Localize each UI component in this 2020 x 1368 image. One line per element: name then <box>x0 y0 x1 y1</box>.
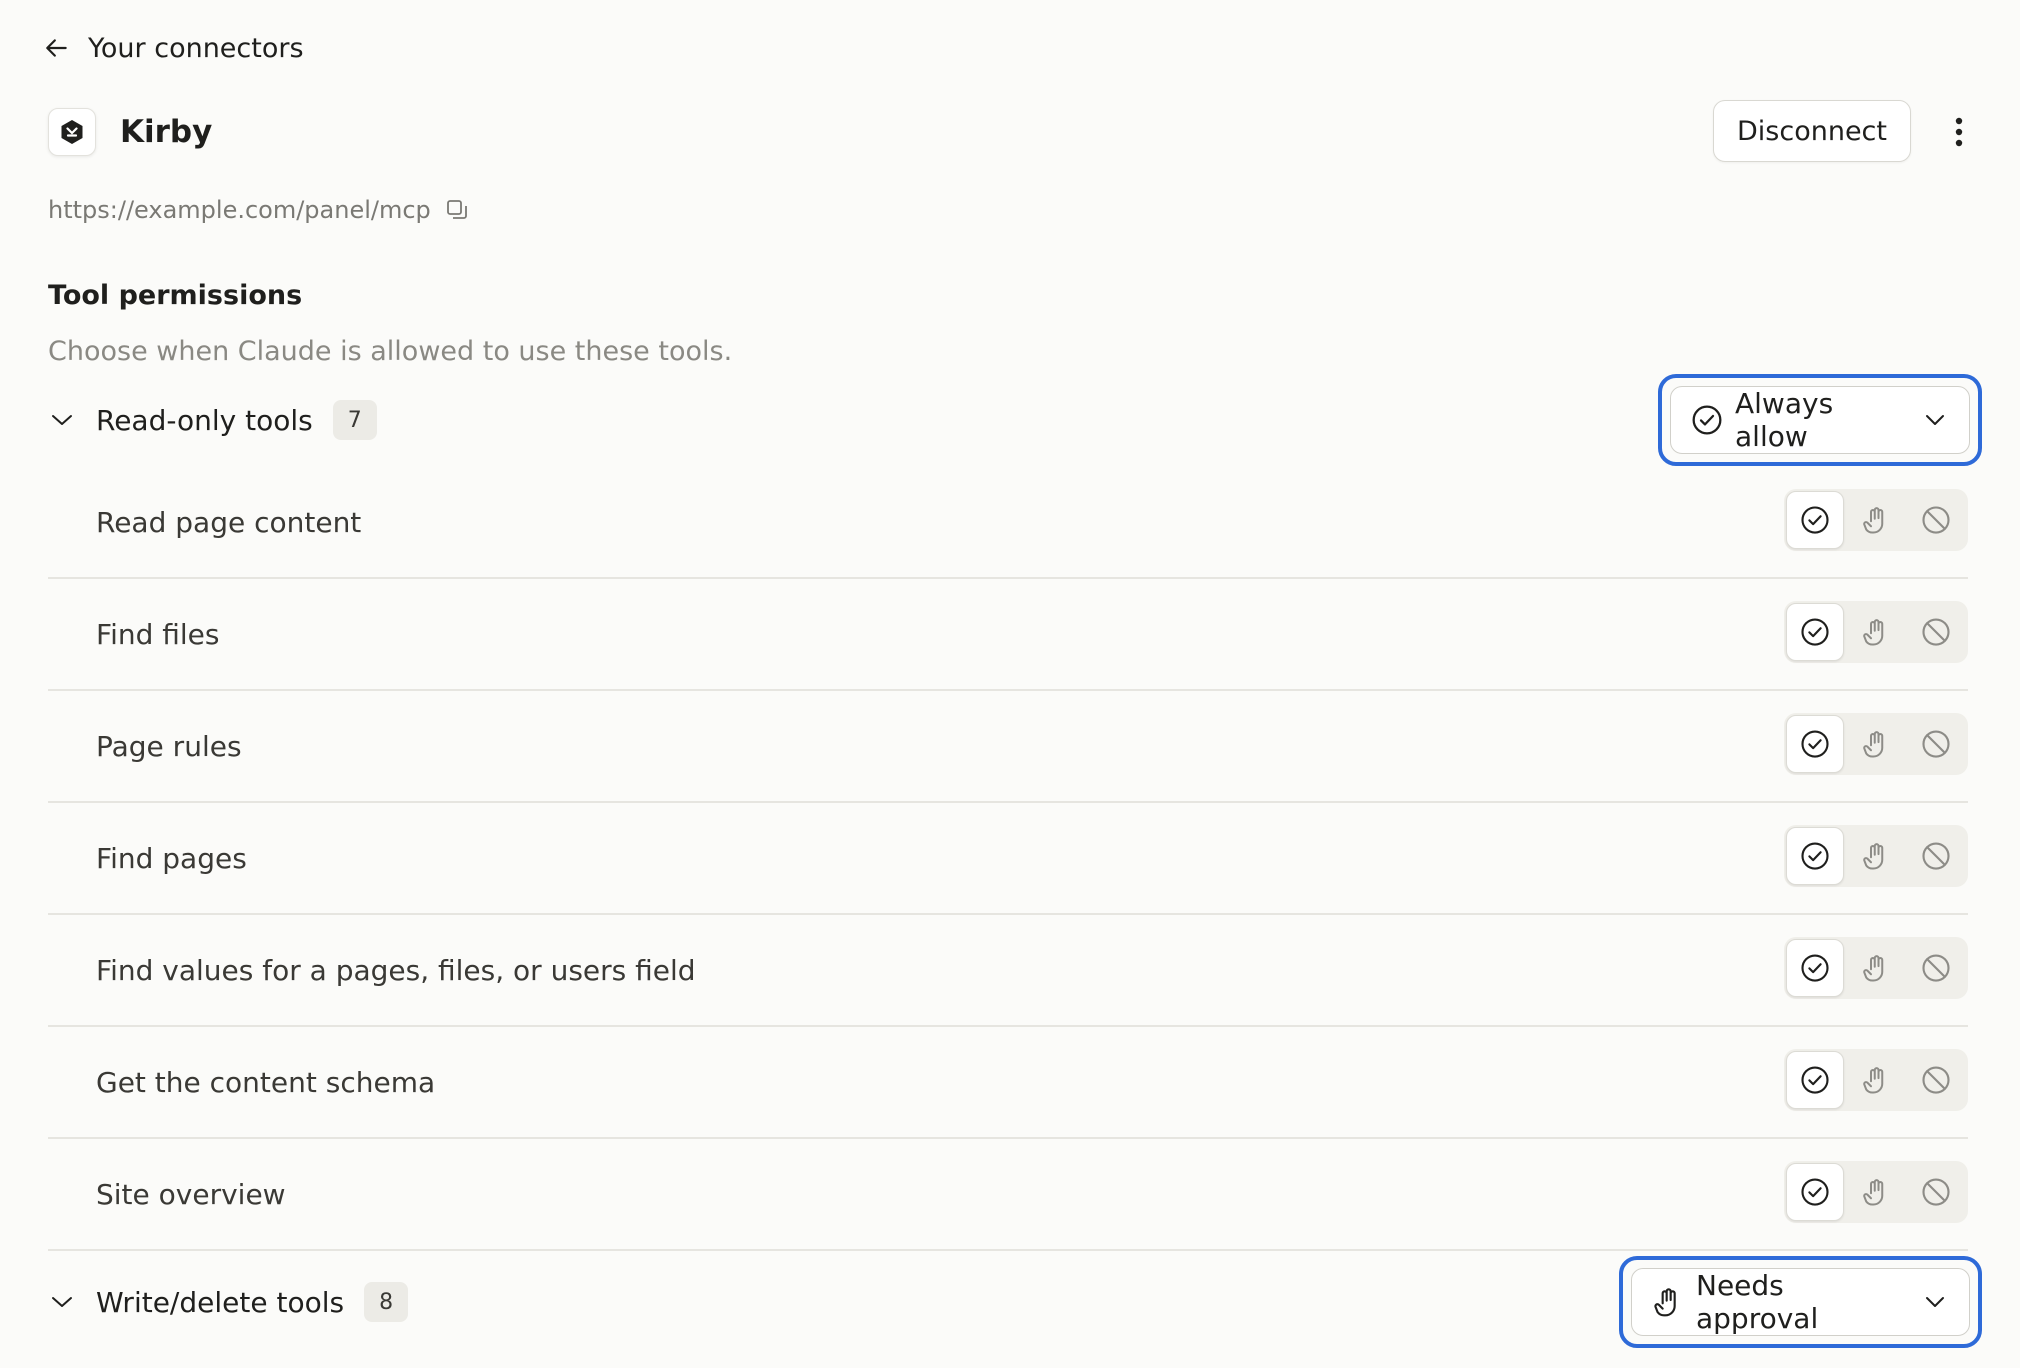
tool-permission-selector[interactable] <box>1784 1161 1968 1223</box>
connector-url: https://example.com/panel/mcp <box>48 196 431 224</box>
back-link-label: Your connectors <box>88 32 304 64</box>
hand-icon <box>1652 1286 1684 1318</box>
check-circle-icon[interactable] <box>1786 715 1844 773</box>
arrow-left-icon <box>44 35 70 61</box>
tool-name: Find files <box>96 617 220 651</box>
group-header-write-delete[interactable]: Write/delete tools 8 <box>48 1274 409 1330</box>
tool-name: Find pages <box>96 841 247 875</box>
chevron-down-icon[interactable] <box>48 1295 76 1309</box>
tool-permission-selector[interactable] <box>1784 937 1968 999</box>
hand-icon[interactable] <box>1847 603 1905 661</box>
group-policy-dropdown-write-delete[interactable]: Needs approval <box>1631 1268 1970 1336</box>
tool-name: Site overview <box>96 1177 286 1211</box>
check-circle-icon[interactable] <box>1786 491 1844 549</box>
section-description: Choose when Claude is allowed to use the… <box>48 336 733 367</box>
tool-name: Page rules <box>96 729 242 763</box>
check-circle-icon[interactable] <box>1786 827 1844 885</box>
check-circle-icon[interactable] <box>1786 939 1844 997</box>
group-label: Read-only tools <box>96 403 313 437</box>
hand-icon[interactable] <box>1847 827 1905 885</box>
check-circle-icon[interactable] <box>1786 1163 1844 1221</box>
section-title: Tool permissions <box>48 280 303 311</box>
connector-name: Kirby <box>120 114 213 150</box>
block-icon[interactable] <box>1907 715 1965 773</box>
copy-icon[interactable] <box>445 198 469 222</box>
block-icon[interactable] <box>1907 827 1965 885</box>
check-circle-icon[interactable] <box>1786 603 1844 661</box>
group-label: Write/delete tools <box>96 1285 345 1319</box>
tool-row: Find files <box>48 579 1968 691</box>
block-icon[interactable] <box>1907 939 1965 997</box>
block-icon[interactable] <box>1907 1051 1965 1109</box>
hand-icon[interactable] <box>1847 491 1905 549</box>
tool-row: Find values for a pages, files, or users… <box>48 915 1968 1027</box>
check-circle-icon[interactable] <box>1786 1051 1844 1109</box>
hand-icon[interactable] <box>1847 715 1905 773</box>
block-icon[interactable] <box>1907 1163 1965 1221</box>
hand-icon[interactable] <box>1847 1163 1905 1221</box>
more-options-icon[interactable] <box>1942 108 1976 156</box>
tool-permission-selector[interactable] <box>1784 489 1968 551</box>
disconnect-button[interactable]: Disconnect <box>1713 100 1911 162</box>
tool-row: Page rules <box>48 691 1968 803</box>
tool-permission-selector[interactable] <box>1784 1049 1968 1111</box>
check-circle-icon <box>1691 404 1723 436</box>
tool-name: Get the content schema <box>96 1065 436 1099</box>
group-count-badge: 8 <box>364 1282 409 1322</box>
tool-permission-selector[interactable] <box>1784 825 1968 887</box>
tool-permission-selector[interactable] <box>1784 713 1968 775</box>
hand-icon[interactable] <box>1847 1051 1905 1109</box>
chevron-down-icon <box>1925 1296 1945 1308</box>
kirby-logo-icon <box>60 119 84 145</box>
block-icon[interactable] <box>1907 491 1965 549</box>
tool-row: Read page content <box>48 467 1968 579</box>
back-link[interactable]: Your connectors <box>44 24 304 72</box>
tool-name: Find values for a pages, files, or users… <box>96 953 696 987</box>
tool-row: Site overview <box>48 1139 1968 1251</box>
hand-icon[interactable] <box>1847 939 1905 997</box>
connector-logo <box>48 108 96 156</box>
tool-row: Get the content schema <box>48 1027 1968 1139</box>
dropdown-value: Always allow <box>1735 387 1834 453</box>
group-policy-dropdown-read-only[interactable]: Always allow <box>1670 386 1970 454</box>
group-header-read-only[interactable]: Read-only tools 7 <box>48 392 377 448</box>
chevron-down-icon[interactable] <box>48 413 76 427</box>
dropdown-value: Needs approval <box>1696 1269 1819 1335</box>
chevron-down-icon <box>1925 414 1945 426</box>
connector-url-row: https://example.com/panel/mcp <box>48 192 469 228</box>
tool-row: Find pages <box>48 803 1968 915</box>
tool-name: Read page content <box>96 505 362 539</box>
group-count-badge: 7 <box>332 400 377 440</box>
tool-permission-selector[interactable] <box>1784 601 1968 663</box>
block-icon[interactable] <box>1907 603 1965 661</box>
